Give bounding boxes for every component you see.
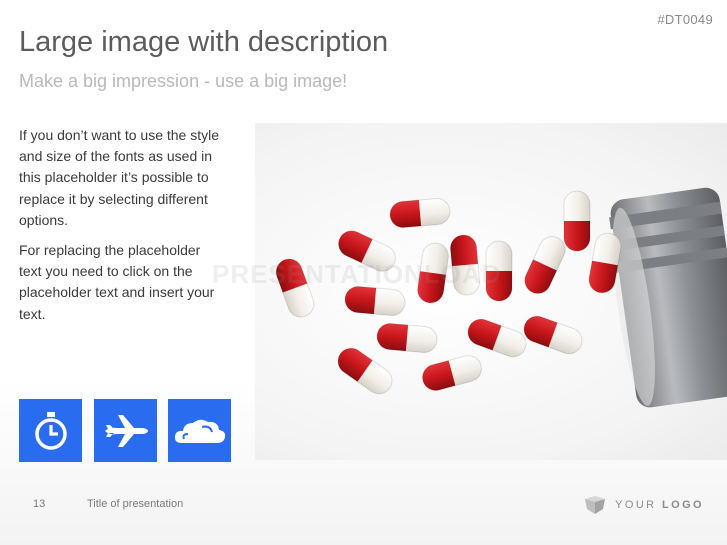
description-paragraph-2: For replacing the placeholder text you n… <box>19 242 215 322</box>
stopwatch-tile[interactable] <box>19 399 82 462</box>
watermark: PRESENTATIONLOAD <box>212 259 502 289</box>
cloud-icon <box>174 419 225 443</box>
logo-word-your: YOUR <box>615 499 657 511</box>
description-text[interactable]: If you don’t want to use the style and s… <box>19 125 224 334</box>
slide-code: #DT0049 <box>657 12 713 27</box>
pills-illustration <box>272 187 727 408</box>
stopwatch-icon <box>34 411 67 450</box>
cloud-tile[interactable] <box>168 399 231 462</box>
slide-title[interactable]: Large image with description <box>19 26 388 59</box>
pill-bottle <box>609 187 727 408</box>
description-paragraph-1: If you don’t want to use the style and s… <box>19 127 220 228</box>
page-number: 13 <box>33 498 46 510</box>
capsules <box>272 190 624 400</box>
presentation-title: Title of presentation <box>87 498 184 510</box>
slide: #DT0049 Large image with description Mak… <box>0 0 727 545</box>
logo: YOUR LOGO <box>585 496 704 514</box>
airplane-tile[interactable] <box>94 399 157 462</box>
airplane-icon <box>104 414 148 447</box>
logo-mark-icon <box>585 496 606 514</box>
logo-word-logo: LOGO <box>662 499 704 511</box>
pills-photo[interactable] <box>255 123 727 460</box>
logo-text: YOUR LOGO <box>615 499 704 511</box>
slide-subtitle[interactable]: Make a big impression - use a big image! <box>19 71 347 92</box>
